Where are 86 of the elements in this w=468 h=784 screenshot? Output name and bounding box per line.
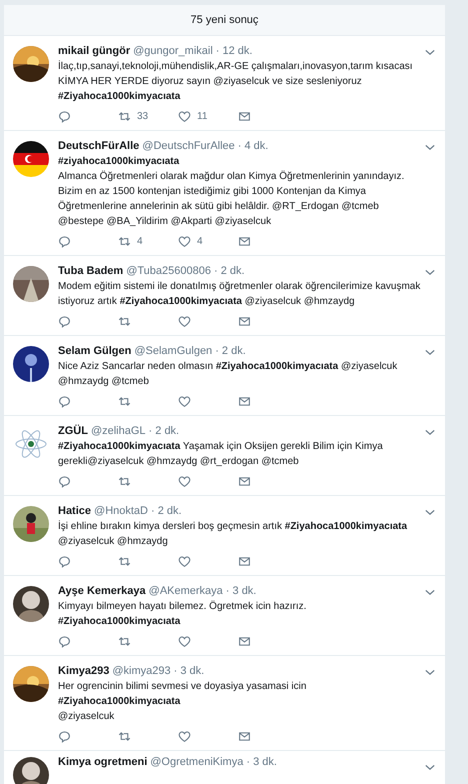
tweet-time[interactable]: · 3 dk. — [246, 756, 277, 768]
tweet-time[interactable]: · 2 dk. — [148, 425, 180, 437]
reply-icon[interactable] — [58, 730, 71, 742]
new-results-banner[interactable]: 75 yeni sonuç — [4, 5, 445, 36]
user-handle[interactable]: @kimya293 — [112, 665, 171, 677]
tweet-time[interactable]: · 2 dk. — [215, 345, 246, 357]
user-name[interactable]: Selam Gülgen — [58, 345, 132, 357]
reply-icon[interactable] — [58, 634, 71, 648]
chevron-down-icon[interactable] — [425, 589, 435, 596]
retweet-icon[interactable] — [118, 634, 131, 648]
tweet-text: #Ziyahoca1000kimyacıata Yaşamak için Oksijen gerekli Bilim için Kimya gerekli@ziyaselcuk @hmzaydg @rt_erdogan @tcmeb — [58, 440, 384, 469]
like-count: 4 — [197, 236, 203, 246]
like-icon[interactable] — [178, 234, 191, 248]
tweet-time[interactable]: · 2 dk. — [214, 265, 245, 277]
user-handle[interactable]: @AKemerkaya — [148, 585, 223, 597]
retweet-icon[interactable] — [118, 474, 131, 488]
tweet-text: Her ogrencinin bilimi sevmesi ve doyasiya yasamasi icin — [58, 680, 308, 694]
tweet-text: Modem eğitim sistemi ile donatılmış öğretmenler olarak öğrencilerimize kavuşmak istiyoruz artık #Ziyahoca1000kimyacıata @ziyaselcuk @hmzaydg — [58, 280, 422, 309]
reply-icon[interactable] — [58, 110, 71, 122]
tweet-text: İlaç,tıp,sanayi,teknoloji,mühendislik,AR-GE çalışmaları,inovasyon,tarım kısacası KİMYA HER YERDE diyoruz sayın @ziyaselcuk ve size sesleniyoruz — [58, 59, 414, 89]
user-name[interactable]: ZGÜL — [58, 425, 88, 437]
tweet-time[interactable]: · 4 dk. — [238, 140, 268, 152]
mail-icon[interactable] — [238, 234, 251, 248]
tweet-text: @ziyaselcuk — [58, 710, 116, 724]
user-handle[interactable]: @Tuba25600806 — [126, 265, 211, 277]
user-handle[interactable]: @SelamGulgen — [134, 345, 212, 357]
mail-icon[interactable] — [238, 110, 251, 122]
chevron-down-icon[interactable] — [425, 144, 435, 151]
like-icon[interactable] — [178, 394, 191, 408]
chevron-down-icon[interactable] — [425, 49, 435, 56]
like-icon[interactable] — [178, 110, 191, 122]
tweet-text: #Ziyahoca1000kimyacıata — [58, 615, 182, 629]
retweet-icon[interactable] — [118, 234, 131, 248]
retweet-icon[interactable] — [118, 394, 131, 408]
retweet-icon[interactable] — [118, 730, 131, 742]
user-handle[interactable]: @zelihaGL — [90, 425, 146, 437]
user-name[interactable]: Hatice — [58, 505, 92, 517]
user-name[interactable]: Tuba Badem — [58, 265, 124, 277]
tweet-text: #Ziyahoca1000kimyacıata — [58, 90, 182, 104]
tweet-text: İşi ehline bırakın kimya dersleri boş geçmesin artık #Ziyahoca1000kimyacıata @ziyaselcuk @hmzaydg — [58, 519, 408, 549]
tweet-text: Nice Aziz Sancarlar neden olmasın #Ziyahoca1000kimyacıata @ziyaselcuk @hmzaydg @tcmeb — [58, 360, 398, 389]
user-name[interactable]: Kimya293 — [58, 665, 110, 677]
user-handle[interactable]: @HnoktaD — [94, 505, 148, 517]
like-icon[interactable] — [178, 314, 191, 328]
retweet-icon[interactable] — [118, 110, 131, 122]
retweet-count: 33 — [137, 110, 148, 122]
reply-icon[interactable] — [58, 234, 71, 248]
tweet-time[interactable]: · 12 dk. — [216, 45, 252, 57]
user-name[interactable]: mikail güngör — [58, 45, 130, 57]
reply-icon[interactable] — [58, 474, 71, 488]
tweet-time[interactable]: · 3 dk. — [174, 665, 204, 677]
tweet-time[interactable]: · 2 dk. — [151, 505, 182, 517]
mail-icon[interactable] — [238, 474, 251, 488]
tweet-time[interactable]: · 3 dk. — [226, 585, 256, 597]
retweet-icon[interactable] — [118, 314, 131, 328]
tweet-text: Almanca Öğretmenleri olarak mağdur olan Kimya Öğretmenlerinin yanındayız. Bizim en az 1500 kontenjan istediğimiz gibi 1000 Kontenjan da Kimya Öğretmenlerine annelerinin ak sütü gibi helâldir. @RT_Erdogan @tcmeb @bestepe @BA_Yildirim @Akparti @ziyaselcuk — [58, 170, 406, 229]
like-count: 11 — [197, 110, 208, 122]
user-name[interactable]: DeutschFürAlle — [58, 140, 140, 152]
chevron-down-icon[interactable] — [425, 429, 435, 436]
mail-icon[interactable] — [238, 634, 251, 648]
chevron-down-icon[interactable] — [425, 269, 435, 276]
tweet-text: #Ziyahoca1000kimyacıata — [58, 695, 182, 709]
user-handle[interactable]: @gungor_mikail — [133, 45, 213, 57]
chevron-down-icon[interactable] — [425, 669, 435, 676]
like-icon[interactable] — [178, 554, 191, 568]
mail-icon[interactable] — [238, 314, 251, 328]
user-handle[interactable]: @DeutschFurAllee — [142, 140, 235, 152]
reply-icon[interactable] — [58, 394, 71, 408]
user-handle[interactable]: @OgretmeniKimya — [150, 756, 244, 768]
mail-icon[interactable] — [238, 554, 251, 568]
like-icon[interactable] — [178, 474, 191, 488]
chevron-down-icon[interactable] — [425, 764, 435, 771]
reply-icon[interactable] — [58, 554, 71, 568]
chevron-down-icon[interactable] — [425, 349, 435, 356]
like-icon[interactable] — [178, 730, 191, 742]
reply-icon[interactable] — [58, 314, 71, 328]
tweet-text: Kimyayı bilmeyen hayatı bilemez. Ögretmek icin hazırız. — [58, 600, 308, 614]
retweet-icon[interactable] — [118, 554, 131, 568]
chevron-down-icon[interactable] — [425, 509, 435, 516]
user-name[interactable]: Kimya ogretmeni — [58, 756, 148, 768]
tweet-text: #ziyahoca1000kimyacıata — [58, 155, 180, 169]
user-name[interactable]: Ayşe Kemerkaya — [58, 585, 146, 597]
retweet-count: 4 — [137, 236, 143, 246]
like-icon[interactable] — [178, 634, 191, 648]
mail-icon[interactable] — [238, 394, 251, 408]
mail-icon[interactable] — [238, 730, 251, 742]
